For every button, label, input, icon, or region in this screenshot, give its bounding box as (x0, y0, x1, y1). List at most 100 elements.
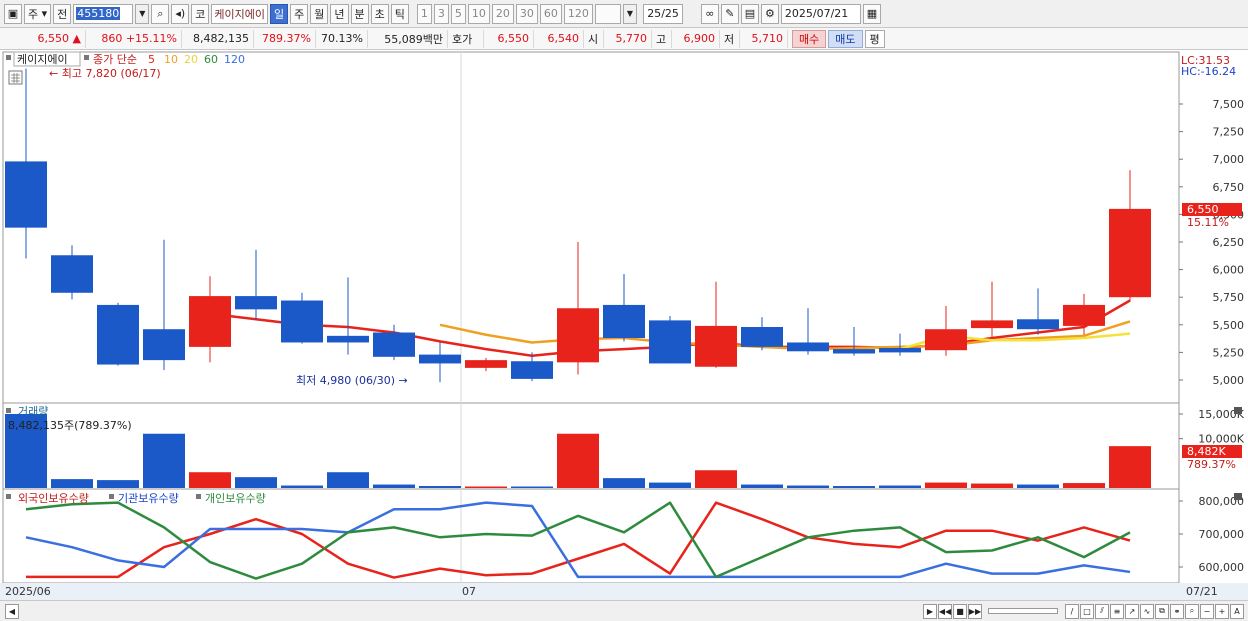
code-dropdown-icon[interactable]: ▼ (135, 3, 150, 24)
volume-tick-label: 10,000K (1198, 433, 1244, 446)
evaluate-button[interactable]: 평 (864, 29, 885, 48)
interval-120[interactable]: 120 (563, 3, 593, 24)
volume-bar (787, 485, 829, 488)
sound-icon[interactable]: ◂) (171, 3, 190, 24)
candle-body (97, 304, 139, 365)
fast-forward-icon[interactable]: ▶▶ (968, 603, 982, 619)
code-type-button[interactable]: 코 (191, 3, 210, 24)
draw-wave-icon[interactable]: ∿ (1140, 603, 1154, 619)
calendar-icon[interactable]: ▦ (862, 3, 881, 24)
period-year[interactable]: 년 (330, 3, 349, 24)
volume-bar (741, 484, 783, 488)
candle-body (465, 360, 507, 368)
candle-body (695, 325, 737, 367)
low-price: 5,710 (740, 29, 788, 48)
candle-body (1063, 304, 1105, 326)
trade-amount: 55,089백만 (368, 29, 448, 48)
legend-ma5: 5 (148, 53, 155, 66)
ask-price-1: 6,550 (484, 29, 534, 48)
zoom-in-icon[interactable]: + (1215, 603, 1229, 619)
draw-channel-icon[interactable]: ⫽ (1095, 603, 1109, 619)
volume-bar (557, 433, 599, 488)
candle-body (143, 329, 185, 361)
interval-3[interactable]: 3 (433, 3, 449, 24)
interval-20[interactable]: 20 (491, 3, 514, 24)
copy-icon[interactable]: ⧉ (1155, 603, 1169, 619)
volume-panel-close-icon[interactable] (1234, 407, 1242, 414)
period-week[interactable]: 주 (290, 3, 309, 24)
interval-30[interactable]: 30 (515, 3, 538, 24)
volume-bar (695, 470, 737, 488)
volume-bar (833, 486, 875, 488)
volume-bar (465, 486, 507, 489)
date-input[interactable]: 2025/07/21 (780, 3, 861, 24)
volume-bar (603, 478, 645, 488)
legend-marker-2 (84, 55, 89, 60)
link-icon[interactable]: ⚭ (1170, 603, 1184, 619)
candle-body (327, 335, 369, 343)
settings-gear-icon[interactable]: ⚙ (760, 3, 779, 24)
volume-bar (373, 484, 415, 488)
volume-bar (649, 482, 691, 488)
x-label-end: 07/21 (1186, 585, 1218, 598)
holdings-panel-close-icon[interactable] (1234, 493, 1242, 500)
save-icon[interactable]: ▤ (740, 3, 759, 24)
candle-body (879, 347, 921, 353)
draw-trend-icon[interactable]: ↗ (1125, 603, 1139, 619)
table-toggle-icon[interactable] (8, 70, 23, 85)
candle-body (741, 327, 783, 347)
up-arrow-icon: ▲ (72, 32, 81, 45)
legend-institution: 기관보유수량 (118, 492, 179, 505)
zoom-icon[interactable]: ⌕ (1185, 603, 1199, 619)
zoom-out-icon[interactable]: − (1200, 603, 1214, 619)
scroll-right-icon[interactable]: ▶ (923, 603, 937, 619)
market-label: 주 (28, 7, 39, 21)
chart-toolbar: ▣ 주 ▾ 전 455180 ▼ ⌕ ◂) 코 케이지에이 일 주 월 년 분 … (0, 0, 1248, 28)
font-size-icon[interactable]: A (1230, 603, 1244, 619)
prev-label: 전 (57, 7, 68, 21)
zoom-slider[interactable] (988, 608, 1058, 614)
interval-custom-input[interactable] (594, 3, 621, 24)
period-tick[interactable]: 틱 (390, 3, 409, 24)
interval-5[interactable]: 5 (450, 3, 466, 24)
x-label-month: 07 (462, 585, 476, 598)
period-month[interactable]: 월 (310, 3, 329, 24)
draw-tool-icon[interactable]: ✎ (720, 3, 739, 24)
interval-dropdown-icon[interactable]: ▼ (622, 3, 637, 24)
page-input[interactable]: 25/25 (642, 3, 683, 24)
volume-bar (1109, 446, 1151, 488)
x-axis-strip (0, 583, 1248, 600)
turnover-rate: 70.13% (316, 29, 368, 48)
search-icon[interactable]: ⌕ (151, 3, 170, 24)
period-second[interactable]: 초 (370, 3, 389, 24)
interval-60[interactable]: 60 (539, 3, 562, 24)
stock-chart[interactable]: 2025/06 07 07/21 7,500 7,250 7,000 6,750 6,5… (0, 50, 1248, 600)
candle-body (235, 296, 277, 310)
buy-button[interactable]: 매수 (792, 29, 827, 48)
volume-bar (235, 477, 277, 488)
volume-bar (879, 485, 921, 488)
volume-value: 8,482,135 (182, 29, 254, 48)
window-icon[interactable]: ▣ (4, 3, 22, 24)
rewind-icon[interactable]: ◀◀ (938, 603, 952, 619)
period-day[interactable]: 일 (270, 3, 289, 24)
code-input[interactable]: 455180 (73, 3, 134, 24)
draw-line-icon[interactable]: / (1065, 603, 1079, 619)
high-annotation: ← 최고 7,820 (06/17) (49, 67, 161, 80)
low-annotation: 최저 4,980 (06/30) → (296, 374, 408, 387)
price-tick-label: 7,250 (1213, 126, 1245, 139)
volume-pct-tag: 789.37% (1187, 458, 1236, 471)
scroll-left-icon[interactable]: ◀ (5, 603, 19, 619)
draw-rect-icon[interactable]: □ (1080, 603, 1094, 619)
draw-fibo-icon[interactable]: ≡ (1110, 603, 1124, 619)
period-minute[interactable]: 분 (350, 3, 369, 24)
prev-button[interactable]: 전 (53, 3, 72, 24)
interval-1[interactable]: 1 (416, 3, 432, 24)
volume-title: 거래량 (18, 405, 48, 418)
legend-foreign: 외국인보유수량 (18, 492, 89, 505)
stop-icon[interactable]: ■ (953, 603, 967, 619)
binoculars-icon[interactable]: ∞ (700, 3, 719, 24)
sell-button[interactable]: 매도 (828, 29, 863, 48)
market-select[interactable]: 주 ▾ (24, 3, 52, 24)
interval-10[interactable]: 10 (467, 3, 490, 24)
